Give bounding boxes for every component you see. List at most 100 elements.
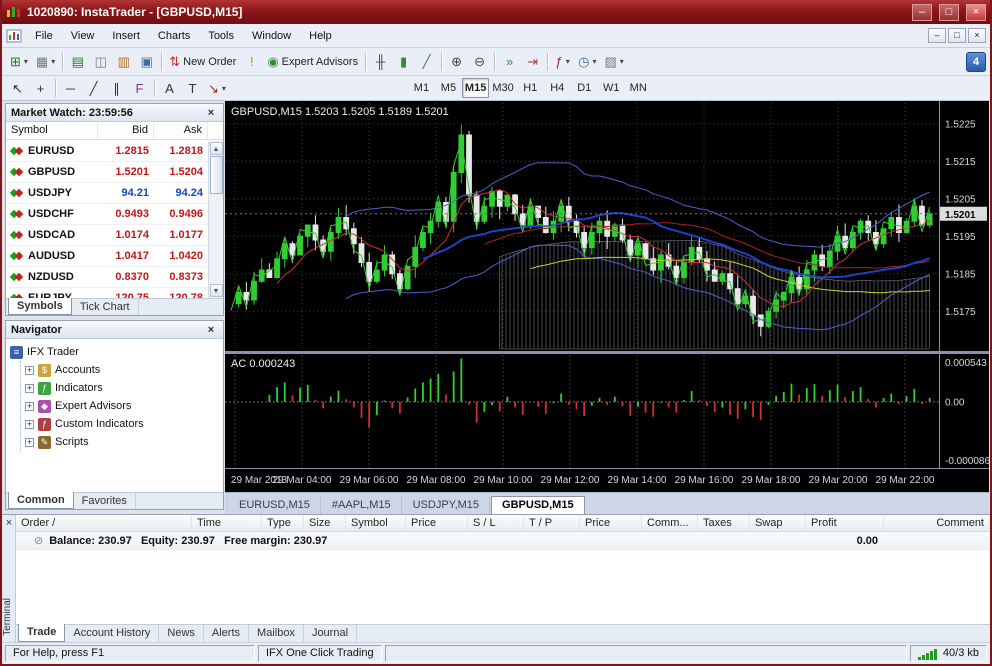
- column-header-bid[interactable]: Bid: [98, 122, 154, 139]
- terminal-button[interactable]: ▣: [135, 51, 158, 73]
- column-header-time[interactable]: Time: [192, 515, 262, 531]
- panel-close-icon[interactable]: ×: [204, 107, 218, 119]
- chart-tab-usdjpy-m15[interactable]: USDJPY,M15: [403, 497, 490, 514]
- equidistant-channel-button[interactable]: ∥: [105, 77, 128, 99]
- chart-tab-aapl-m15[interactable]: #AAPL,M15: [322, 497, 402, 514]
- terminal-tab-alerts[interactable]: Alerts: [204, 625, 249, 642]
- navigator-button[interactable]: ▥: [112, 51, 135, 73]
- panel-close-icon[interactable]: ×: [204, 324, 218, 336]
- timeframe-m30-button[interactable]: M30: [489, 78, 516, 98]
- menu-file[interactable]: File: [26, 26, 62, 46]
- timeframe-d1-button[interactable]: D1: [571, 78, 598, 98]
- column-header-taxes[interactable]: Taxes: [698, 515, 750, 531]
- community-badge-button[interactable]: 4: [966, 52, 986, 72]
- trendline-button[interactable]: ╱: [82, 77, 105, 99]
- arrows-button[interactable]: ↘▾: [204, 77, 230, 99]
- terminal-tab-news[interactable]: News: [159, 625, 204, 642]
- periods-button[interactable]: ◷▾: [574, 51, 600, 73]
- terminal-tab-trade[interactable]: Trade: [18, 624, 65, 642]
- column-header-ask[interactable]: Ask: [154, 122, 208, 139]
- column-header-profit[interactable]: Profit: [806, 515, 884, 531]
- restore-button[interactable]: □: [939, 4, 959, 21]
- candlestick-button[interactable]: ▮: [392, 51, 415, 73]
- column-header-symbol[interactable]: Symbol: [6, 122, 98, 139]
- menu-help[interactable]: Help: [300, 26, 341, 46]
- navigator-item-expert-advisors[interactable]: +◆Expert Advisors: [25, 397, 223, 415]
- navigator-item-indicators[interactable]: +ƒIndicators: [25, 379, 223, 397]
- chart-canvas[interactable]: 1.52251.52151.52051.51951.51851.5175GBPU…: [225, 101, 989, 492]
- scroll-down-icon[interactable]: ▼: [210, 284, 223, 297]
- profiles-button[interactable]: ▦▾: [32, 51, 59, 73]
- market-watch-row-nzdusd[interactable]: NZDUSD0.83700.8373: [6, 267, 208, 288]
- column-header-type[interactable]: Type: [262, 515, 304, 531]
- title-bar[interactable]: 1020890: InstaTrader - [GBPUSD,M15] – □ …: [2, 0, 990, 24]
- terminal-tab-account-history[interactable]: Account History: [65, 625, 159, 642]
- market-watch-row-usdjpy[interactable]: USDJPY94.2194.24: [6, 183, 208, 204]
- menu-insert[interactable]: Insert: [103, 26, 149, 46]
- column-header-comment[interactable]: Comment: [884, 515, 990, 531]
- metaquotes-button[interactable]: !: [240, 51, 263, 73]
- timeframe-m5-button[interactable]: M5: [435, 78, 462, 98]
- market-watch-scrollbar[interactable]: ▲ ▼: [208, 141, 223, 298]
- column-header-price[interactable]: Price: [580, 515, 642, 531]
- tab-favorites[interactable]: Favorites: [74, 493, 136, 509]
- price-chart[interactable]: 1.52251.52151.52051.51951.51851.5175GBPU…: [225, 101, 989, 492]
- one-click-trading-cell[interactable]: IFX One Click Trading: [258, 645, 382, 662]
- expert-advisors-button[interactable]: ◉Expert Advisors: [263, 51, 362, 73]
- column-header-order[interactable]: Order /: [16, 515, 192, 531]
- menu-tools[interactable]: Tools: [199, 26, 243, 46]
- mdi-restore-button[interactable]: □: [948, 28, 966, 43]
- navigator-item-accounts[interactable]: +$Accounts: [25, 361, 223, 379]
- scrollbar-thumb[interactable]: [210, 156, 223, 194]
- timeframe-mn-button[interactable]: MN: [625, 78, 652, 98]
- tab-symbols[interactable]: Symbols: [8, 298, 72, 315]
- terminal-close-icon[interactable]: ×: [2, 517, 16, 529]
- balance-row[interactable]: ⊘Balance: 230.97 Equity: 230.97 Free mar…: [16, 532, 990, 550]
- column-header-price[interactable]: Price: [406, 515, 468, 531]
- menu-window[interactable]: Window: [243, 26, 300, 46]
- new-chart-button[interactable]: ⊞▾: [6, 51, 32, 73]
- zoom-in-button[interactable]: ⊕: [445, 51, 468, 73]
- crosshair-button[interactable]: +: [29, 77, 52, 99]
- mdi-minimize-button[interactable]: –: [928, 28, 946, 43]
- data-window-button[interactable]: ◫: [89, 51, 112, 73]
- text-label-button[interactable]: T: [181, 77, 204, 99]
- market-watch-row-usdcad[interactable]: USDCAD1.01741.0177: [6, 225, 208, 246]
- column-header-symbol[interactable]: Symbol: [346, 515, 406, 531]
- terminal-tab-journal[interactable]: Journal: [304, 625, 357, 642]
- timeframe-h4-button[interactable]: H4: [544, 78, 571, 98]
- horizontal-line-button[interactable]: ─: [59, 77, 82, 99]
- chart-shift-button[interactable]: ⇥: [521, 51, 544, 73]
- templates-button[interactable]: ▨▾: [600, 51, 627, 73]
- market-watch-button[interactable]: ▤: [66, 51, 89, 73]
- navigator-item-custom-indicators[interactable]: +ƒCustom Indicators: [25, 415, 223, 433]
- indicators-button[interactable]: ƒ▾: [551, 51, 574, 73]
- market-watch-row-gbpusd[interactable]: GBPUSD1.52011.5204: [6, 162, 208, 183]
- timeframe-w1-button[interactable]: W1: [598, 78, 625, 98]
- cursor-button[interactable]: ↖: [6, 77, 29, 99]
- navigator-root[interactable]: ≡IFX Trader: [10, 343, 223, 361]
- menu-view[interactable]: View: [62, 26, 104, 46]
- scroll-up-icon[interactable]: ▲: [210, 142, 223, 155]
- new-order-button[interactable]: ⇅New Order: [165, 51, 240, 73]
- auto-scroll-button[interactable]: »: [498, 51, 521, 73]
- tab-common[interactable]: Common: [8, 492, 74, 509]
- market-watch-row-usdchf[interactable]: USDCHF0.94930.9496: [6, 204, 208, 225]
- timeframe-h1-button[interactable]: H1: [517, 78, 544, 98]
- menu-charts[interactable]: Charts: [149, 26, 199, 46]
- column-header-t-p[interactable]: T / P: [524, 515, 580, 531]
- zoom-out-button[interactable]: ⊖: [468, 51, 491, 73]
- text-button[interactable]: A: [158, 77, 181, 99]
- column-header-swap[interactable]: Swap: [750, 515, 806, 531]
- market-watch-row-audusd[interactable]: AUDUSD1.04171.0420: [6, 246, 208, 267]
- market-watch-row-eurusd[interactable]: EURUSD1.28151.2818: [6, 141, 208, 162]
- bar-chart-button[interactable]: ╫: [369, 51, 392, 73]
- chart-tab-gbpusd-m15[interactable]: GBPUSD,M15: [491, 496, 585, 514]
- navigator-header[interactable]: Navigator ×: [6, 321, 223, 339]
- market-watch-row-eurjpy[interactable]: EURJPY120.75120.78: [6, 288, 208, 298]
- terminal-tab-mailbox[interactable]: Mailbox: [249, 625, 304, 642]
- column-header-comm[interactable]: Comm...: [642, 515, 698, 531]
- navigator-item-scripts[interactable]: +✎Scripts: [25, 433, 223, 451]
- tab-tick-chart[interactable]: Tick Chart: [72, 299, 139, 315]
- close-button[interactable]: ×: [966, 4, 986, 21]
